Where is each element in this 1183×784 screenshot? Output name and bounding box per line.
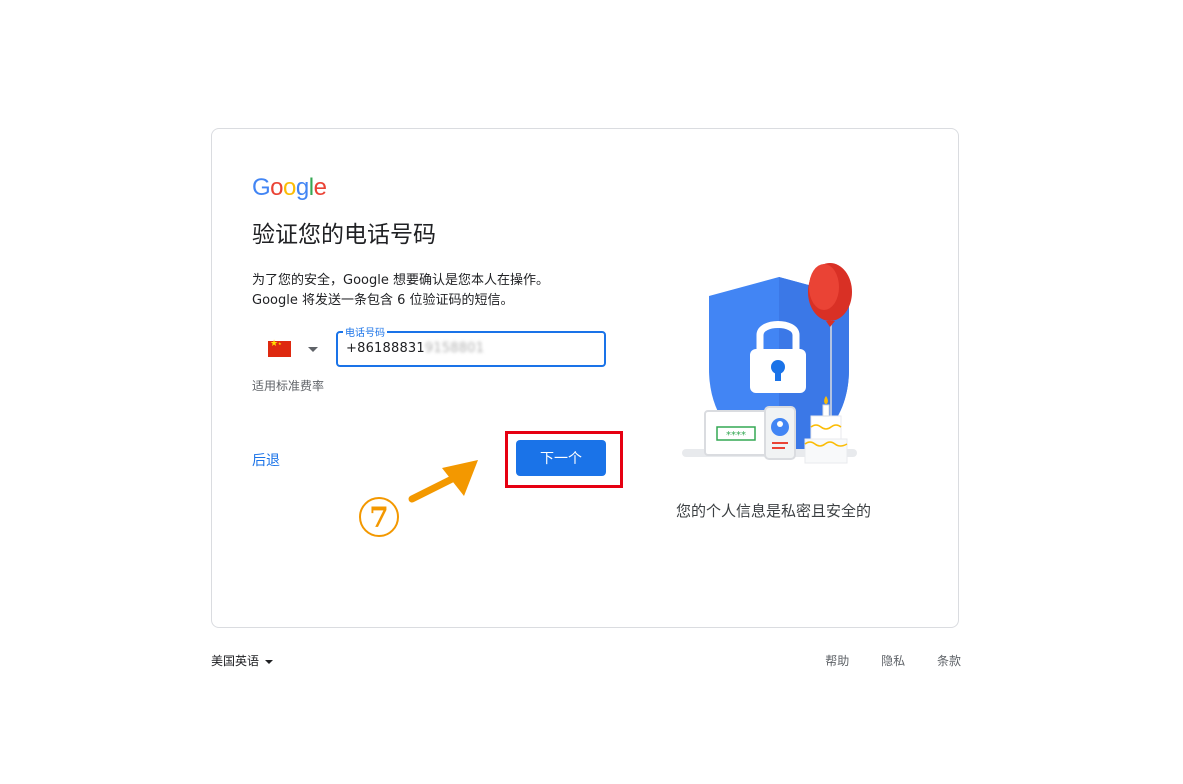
signin-card: Google 验证您的电话号码 为了您的安全，Google 想要确认是您本人在操… (211, 128, 959, 628)
help-link[interactable]: 帮助 (825, 654, 849, 668)
country-selector[interactable]: ★ ★ (264, 337, 334, 363)
description: 为了您的安全，Google 想要确认是您本人在操作。 Google 将发送一条包… (252, 271, 612, 311)
obscured-digits: 9158801 (424, 341, 485, 356)
next-button[interactable]: 下一个 (516, 440, 606, 476)
terms-link[interactable]: 条款 (937, 654, 961, 668)
google-logo: Google (252, 174, 327, 201)
chevron-down-icon (308, 347, 318, 352)
page-title: 验证您的电话号码 (252, 222, 436, 248)
language-selector[interactable]: 美国英语 (211, 652, 274, 669)
description-line-1: 为了您的安全，Google 想要确认是您本人在操作。 (252, 273, 549, 288)
chevron-down-icon (265, 659, 274, 664)
phone-number-label: 电话号码 (343, 324, 387, 339)
rates-hint: 适用标准费率 (252, 379, 325, 393)
security-illustration: **** (677, 259, 877, 493)
language-label: 美国英语 (211, 654, 260, 668)
orange-arrow-icon (408, 460, 478, 503)
footer-links: 帮助 隐私 条款 (797, 652, 961, 669)
phone-number-field[interactable]: 电话号码 +861888319158801 (336, 324, 606, 367)
step-number-badge: 7 (359, 497, 399, 537)
phone-number-value[interactable]: +861888319158801 (346, 341, 484, 356)
privacy-caption: 您的个人信息是私密且安全的 (676, 502, 872, 520)
password-mask-text: **** (726, 430, 746, 441)
china-flag-icon: ★ ★ (268, 339, 291, 357)
description-line-2: Google 将发送一条包含 6 位验证码的短信。 (252, 293, 514, 308)
back-link[interactable]: 后退 (252, 450, 280, 470)
privacy-link[interactable]: 隐私 (881, 654, 905, 668)
